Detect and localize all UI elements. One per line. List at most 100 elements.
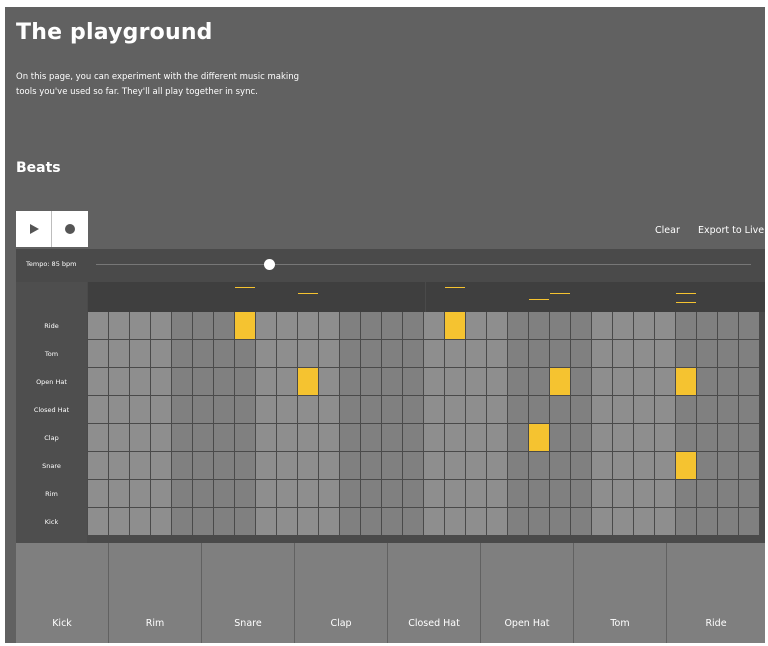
step-cell-closed-hat-31[interactable] (718, 396, 738, 423)
step-cell-open-hat-14[interactable] (361, 368, 381, 395)
step-cell-tom-31[interactable] (718, 340, 738, 367)
step-cell-snare-5[interactable] (172, 452, 192, 479)
step-cell-ride-24[interactable] (571, 312, 591, 339)
step-cell-ride-5[interactable] (172, 312, 192, 339)
step-cell-kick-10[interactable] (277, 508, 297, 535)
step-cell-clap-11[interactable] (298, 424, 318, 451)
step-cell-snare-25[interactable] (592, 452, 612, 479)
step-cell-snare-27[interactable] (634, 452, 654, 479)
step-cell-open-hat-13[interactable] (340, 368, 360, 395)
step-cell-open-hat-26[interactable] (613, 368, 633, 395)
step-cell-tom-26[interactable] (613, 340, 633, 367)
step-cell-kick-30[interactable] (697, 508, 717, 535)
step-cell-open-hat-15[interactable] (382, 368, 402, 395)
step-cell-rim-9[interactable] (256, 480, 276, 507)
step-cell-clap-15[interactable] (382, 424, 402, 451)
step-cell-ride-16[interactable] (403, 312, 423, 339)
step-cell-rim-10[interactable] (277, 480, 297, 507)
step-cell-ride-28[interactable] (655, 312, 675, 339)
step-cell-rim-7[interactable] (214, 480, 234, 507)
step-cell-open-hat-18[interactable] (445, 368, 465, 395)
record-button[interactable] (52, 211, 88, 247)
step-cell-snare-14[interactable] (361, 452, 381, 479)
step-cell-closed-hat-18[interactable] (445, 396, 465, 423)
step-cell-ride-25[interactable] (592, 312, 612, 339)
step-cell-clap-27[interactable] (634, 424, 654, 451)
pad-tom[interactable]: Tom (574, 543, 666, 643)
step-cell-snare-22[interactable] (529, 452, 549, 479)
step-cell-tom-6[interactable] (193, 340, 213, 367)
pad-ride[interactable]: Ride (667, 543, 765, 643)
step-cell-kick-24[interactable] (571, 508, 591, 535)
step-cell-rim-31[interactable] (718, 480, 738, 507)
step-cell-kick-16[interactable] (403, 508, 423, 535)
step-cell-rim-5[interactable] (172, 480, 192, 507)
step-cell-ride-12[interactable] (319, 312, 339, 339)
step-cell-ride-21[interactable] (508, 312, 528, 339)
step-cell-snare-24[interactable] (571, 452, 591, 479)
step-cell-rim-32[interactable] (739, 480, 759, 507)
step-cell-clap-31[interactable] (718, 424, 738, 451)
step-cell-tom-24[interactable] (571, 340, 591, 367)
step-cell-closed-hat-24[interactable] (571, 396, 591, 423)
step-cell-tom-11[interactable] (298, 340, 318, 367)
step-cell-closed-hat-5[interactable] (172, 396, 192, 423)
step-cell-kick-32[interactable] (739, 508, 759, 535)
step-cell-snare-20[interactable] (487, 452, 507, 479)
step-cell-open-hat-31[interactable] (718, 368, 738, 395)
step-cell-ride-27[interactable] (634, 312, 654, 339)
step-cell-snare-10[interactable] (277, 452, 297, 479)
step-cell-ride-3[interactable] (130, 312, 150, 339)
step-cell-open-hat-6[interactable] (193, 368, 213, 395)
step-cell-closed-hat-29[interactable] (676, 396, 696, 423)
step-cell-rim-16[interactable] (403, 480, 423, 507)
step-cell-rim-14[interactable] (361, 480, 381, 507)
step-cell-rim-20[interactable] (487, 480, 507, 507)
step-cell-tom-19[interactable] (466, 340, 486, 367)
step-cell-open-hat-7[interactable] (214, 368, 234, 395)
step-cell-tom-8[interactable] (235, 340, 255, 367)
step-cell-clap-23[interactable] (550, 424, 570, 451)
step-cell-clap-5[interactable] (172, 424, 192, 451)
step-cell-tom-5[interactable] (172, 340, 192, 367)
step-cell-kick-23[interactable] (550, 508, 570, 535)
step-cell-closed-hat-1[interactable] (88, 396, 108, 423)
step-cell-clap-24[interactable] (571, 424, 591, 451)
pad-open-hat[interactable]: Open Hat (481, 543, 573, 643)
step-cell-kick-4[interactable] (151, 508, 171, 535)
step-cell-closed-hat-25[interactable] (592, 396, 612, 423)
step-cell-snare-18[interactable] (445, 452, 465, 479)
step-cell-open-hat-28[interactable] (655, 368, 675, 395)
step-cell-open-hat-4[interactable] (151, 368, 171, 395)
step-cell-clap-30[interactable] (697, 424, 717, 451)
step-cell-closed-hat-26[interactable] (613, 396, 633, 423)
step-cell-ride-22[interactable] (529, 312, 549, 339)
step-cell-tom-9[interactable] (256, 340, 276, 367)
step-cell-ride-15[interactable] (382, 312, 402, 339)
step-cell-closed-hat-30[interactable] (697, 396, 717, 423)
step-cell-open-hat-10[interactable] (277, 368, 297, 395)
step-cell-snare-7[interactable] (214, 452, 234, 479)
step-cell-closed-hat-7[interactable] (214, 396, 234, 423)
step-cell-kick-22[interactable] (529, 508, 549, 535)
step-cell-ride-2[interactable] (109, 312, 129, 339)
step-cell-ride-13[interactable] (340, 312, 360, 339)
step-cell-snare-15[interactable] (382, 452, 402, 479)
step-cell-ride-6[interactable] (193, 312, 213, 339)
step-cell-clap-13[interactable] (340, 424, 360, 451)
step-cell-kick-13[interactable] (340, 508, 360, 535)
step-cell-clap-2[interactable] (109, 424, 129, 451)
step-cell-snare-29[interactable] (676, 452, 696, 479)
step-cell-tom-10[interactable] (277, 340, 297, 367)
step-cell-ride-30[interactable] (697, 312, 717, 339)
step-cell-rim-30[interactable] (697, 480, 717, 507)
step-cell-clap-22[interactable] (529, 424, 549, 451)
step-cell-open-hat-24[interactable] (571, 368, 591, 395)
pad-rim[interactable]: Rim (109, 543, 201, 643)
step-cell-ride-32[interactable] (739, 312, 759, 339)
step-cell-open-hat-21[interactable] (508, 368, 528, 395)
step-cell-snare-4[interactable] (151, 452, 171, 479)
step-cell-rim-17[interactable] (424, 480, 444, 507)
step-cell-closed-hat-4[interactable] (151, 396, 171, 423)
step-cell-snare-16[interactable] (403, 452, 423, 479)
